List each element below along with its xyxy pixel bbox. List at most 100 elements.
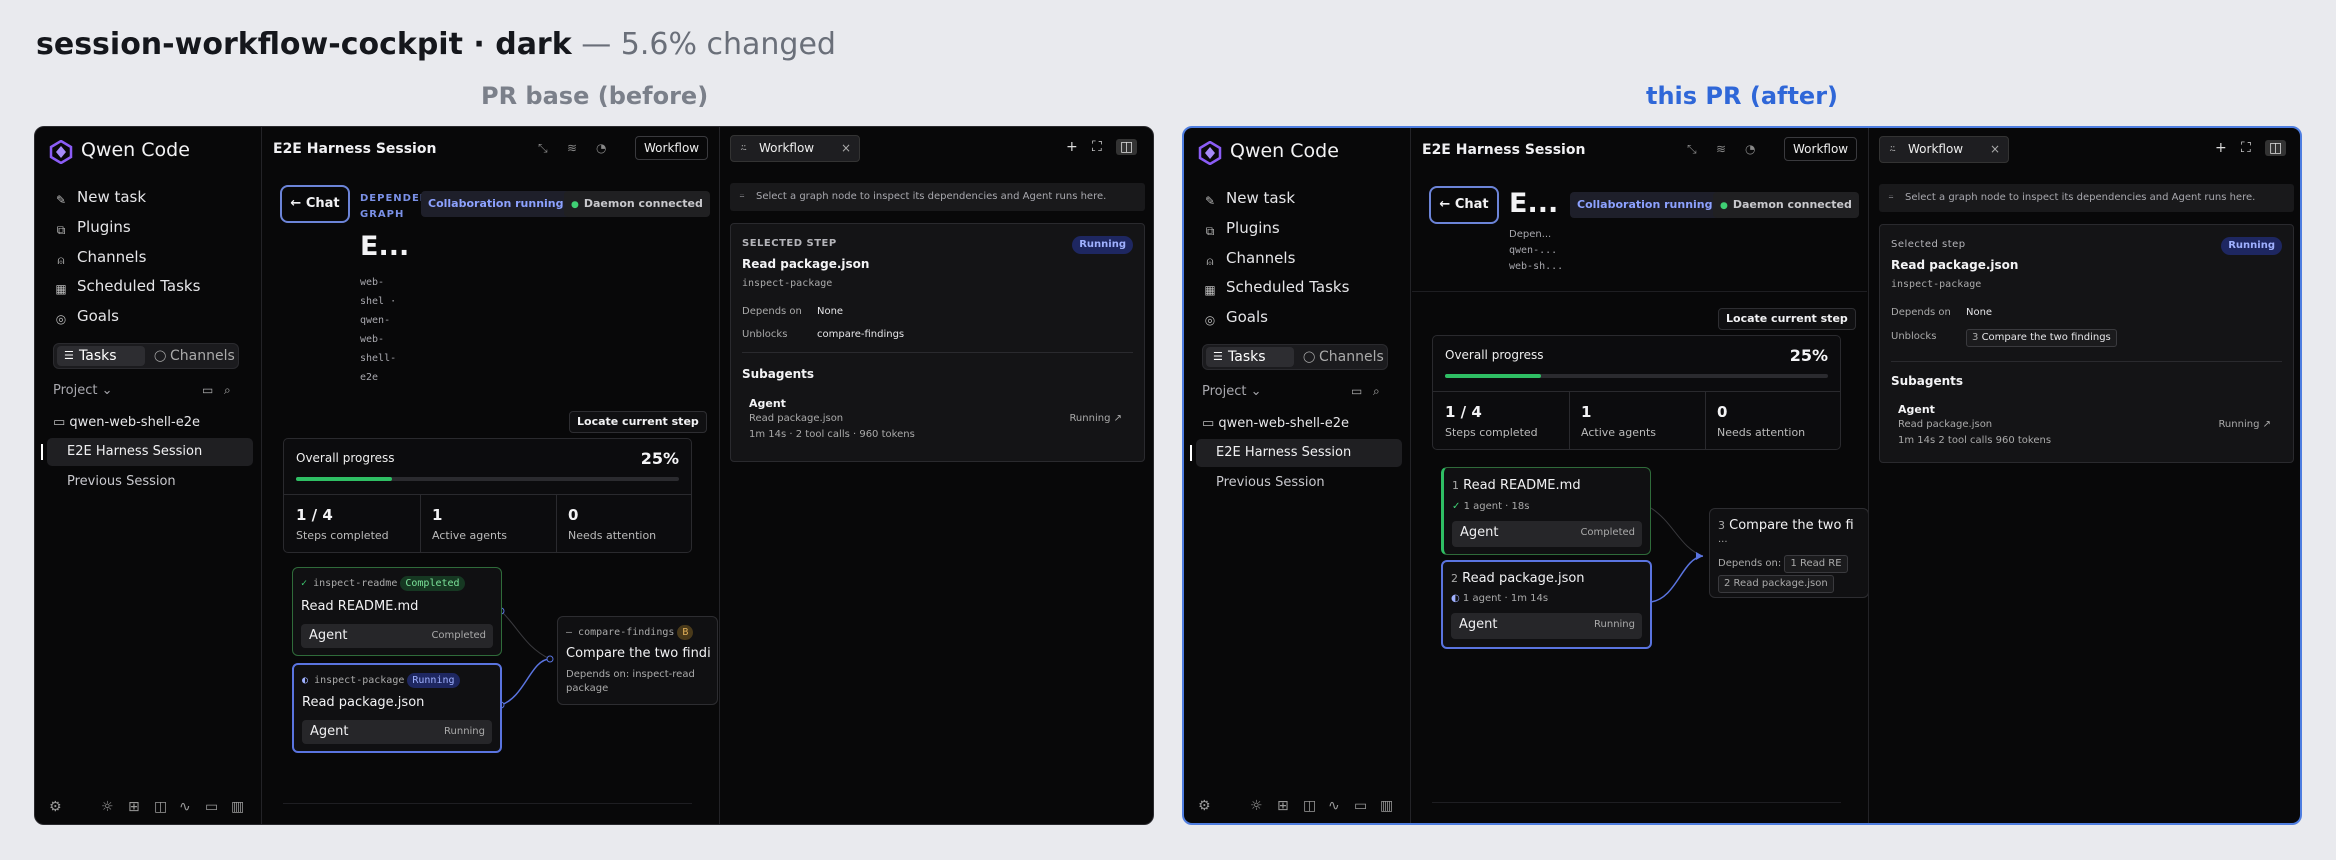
target-icon: ◎ — [55, 312, 67, 326]
app-name: Qwen Code — [81, 139, 190, 161]
sidebar-bottom-bar: ⚙ ☼ ⊞ ◫ ∿ ▭ ▥ — [1184, 789, 1411, 823]
graph-node-compare[interactable]: 3 Compare the two fi ... Depends on: 1 R… — [1709, 508, 1869, 598]
search-icon[interactable]: ⌕ — [224, 383, 231, 398]
project-dropdown[interactable]: Project ⌄ — [1202, 384, 1262, 399]
graph-node-readme[interactable]: 1 Read README.md ✓ 1 agent · 18s Agent Co… — [1441, 467, 1651, 555]
channels-tab[interactable]: ◯ Channels — [1297, 347, 1384, 367]
tab-workflow[interactable]: ⍨ Workflow × — [730, 135, 860, 162]
session-item[interactable]: Previous Session — [1196, 469, 1402, 497]
folder-icon: ▭ — [1202, 416, 1219, 431]
sidebar: Qwen Code ✎ New task ⧉ Plugins ⍝ Channels ▦… — [35, 127, 262, 824]
nav-plugins[interactable]: ⧉ Plugins — [53, 218, 131, 237]
session-item-active[interactable]: E2E Harness Session — [1190, 439, 1402, 467]
close-icon[interactable]: × — [1990, 137, 2000, 162]
channel-icon: ⍝ — [57, 253, 65, 267]
search-icon[interactable]: ⌕ — [1373, 384, 1380, 399]
page-title: session-workflow-cockpit · dark — 5.6% c… — [36, 27, 836, 62]
chat-bubble-icon: ◯ — [154, 349, 167, 362]
tab-workflow[interactable]: ⍨ Workflow × — [1879, 136, 2009, 163]
sun-icon[interactable]: ☼ — [1250, 798, 1263, 814]
workflow-icon: ⍨ — [1889, 142, 1897, 156]
nav-plugins[interactable]: ⧉ Plugins — [1202, 219, 1280, 238]
nav-goals[interactable]: ◎ Goals — [1202, 308, 1268, 327]
nav-channels[interactable]: ⍝ Channels — [1202, 249, 1295, 268]
task-icon: ✎ — [55, 193, 67, 207]
channels-tab[interactable]: ◯ Channels — [148, 346, 235, 366]
folder-icon[interactable]: ▭ — [205, 799, 218, 815]
inspector-hint: ⍨ Select a graph node to inspect its depe… — [730, 183, 1145, 211]
status-badge: Running — [1072, 236, 1133, 254]
panel-icon[interactable]: ◫ — [1116, 139, 1138, 155]
split-icon[interactable]: ◫ — [1303, 798, 1316, 814]
agent-run-link[interactable]: Running ↗ — [1069, 413, 1122, 424]
link-arrow-icon: ↗ — [1113, 413, 1122, 424]
tasks-tab[interactable]: ☰ Tasks — [1206, 347, 1294, 367]
nav-new-task[interactable]: ✎ New task — [1202, 189, 1295, 208]
status-badge: Running — [2221, 237, 2282, 255]
calendar-icon: ▦ — [1204, 283, 1216, 297]
nav-goals[interactable]: ◎ Goals — [53, 307, 119, 326]
sidebar-icon[interactable]: ▥ — [231, 799, 244, 815]
grid-icon[interactable]: ⊞ — [1277, 798, 1289, 814]
target-icon: ◎ — [1204, 313, 1216, 327]
plugin-icon: ⧉ — [1205, 224, 1215, 238]
gear-icon[interactable]: ⚙ — [1198, 798, 1211, 814]
workflow-inspector: ⍨ Workflow × + ⛶ ◫ ⍨ Select a graph node to… — [719, 127, 1153, 824]
grid-icon[interactable]: ⊞ — [128, 799, 140, 815]
panel-icon[interactable]: ◫ — [2265, 140, 2287, 156]
plugin-icon: ⧉ — [56, 223, 66, 237]
session-item[interactable]: Previous Session — [47, 468, 253, 496]
nav-scheduled-tasks[interactable]: ▦ Scheduled Tasks — [53, 277, 200, 296]
list-icon: ☰ — [64, 349, 74, 362]
view-toggle: ☰ Tasks ◯ Channels — [1202, 344, 1388, 370]
graph-icon: ⍨ — [739, 191, 745, 202]
folder-icon[interactable]: ▭ — [202, 383, 213, 397]
sun-icon[interactable]: ☼ — [101, 799, 114, 815]
graph-node-readme[interactable]: ✓ inspect-readme Completed Read README.md… — [292, 567, 502, 656]
expand-icon[interactable]: ⛶ — [1092, 139, 1102, 155]
graph-node-package[interactable]: 2 Read package.json ◐ 1 agent · 1m 14s A… — [1441, 560, 1652, 649]
list-icon: ☰ — [1213, 350, 1223, 363]
link-arrow-icon: ↗ — [2262, 419, 2271, 430]
activity-icon[interactable]: ∿ — [1328, 798, 1340, 814]
channel-icon: ⍝ — [1206, 254, 1214, 268]
session-item-active[interactable]: E2E Harness Session — [41, 438, 253, 466]
sidebar-icon[interactable]: ▥ — [1380, 798, 1393, 814]
unblocks-chip[interactable]: 3 Compare the two findings — [1966, 329, 2117, 347]
split-icon[interactable]: ◫ — [154, 799, 167, 815]
after-label: this PR (after) — [1646, 82, 1839, 110]
chat-bubble-icon: ◯ — [1303, 350, 1316, 363]
nav-new-task[interactable]: ✎ New task — [53, 188, 146, 207]
calendar-icon: ▦ — [55, 282, 67, 296]
graph-icon: ⍨ — [1888, 192, 1894, 203]
agent-run-link[interactable]: Running ↗ — [2218, 419, 2271, 430]
nav-channels[interactable]: ⍝ Channels — [53, 248, 146, 267]
graph-node-compare[interactable]: — compare-findings B Compare the two find… — [557, 616, 718, 705]
view-toggle: ☰ Tasks ◯ Channels — [53, 343, 239, 369]
sidebar-bottom-bar: ⚙ ☼ ⊞ ◫ ∿ ▭ ▥ — [35, 790, 262, 824]
logo-icon — [1198, 141, 1222, 165]
after-screenshot: Qwen Code ✎ New task ⧉ Plugins ⍝ Channels ▦… — [1182, 126, 2302, 825]
tasks-tab[interactable]: ☰ Tasks — [57, 346, 145, 366]
project-item[interactable]: ▭ qwen-web-shell-e2e — [1202, 416, 1349, 431]
before-screenshot: Qwen Code ✎ New task ⧉ Plugins ⍝ Channels ▦… — [34, 126, 1154, 825]
expand-icon[interactable]: ⛶ — [2241, 140, 2251, 156]
graph-node-package[interactable]: ◐ inspect-package Running Read package.js… — [292, 663, 502, 753]
plus-icon[interactable]: + — [1066, 139, 1078, 155]
activity-icon[interactable]: ∿ — [179, 799, 191, 815]
logo-icon — [49, 140, 73, 164]
inspector-hint: ⍨ Select a graph node to inspect its depe… — [1879, 184, 2294, 212]
project-dropdown[interactable]: Project ⌄ — [53, 383, 113, 398]
project-item[interactable]: ▭ qwen-web-shell-e2e — [53, 415, 200, 430]
close-icon[interactable]: × — [841, 136, 851, 161]
folder-icon: ▭ — [53, 415, 70, 430]
selected-step-card: Selected step Running Read package.json … — [1879, 224, 2294, 463]
session-main: E2E Harness Session ⤡ ≋ ◔ Workflow ← Cha… — [263, 127, 718, 824]
gear-icon[interactable]: ⚙ — [49, 799, 62, 815]
before-label: PR base (before) — [481, 82, 709, 110]
folder-icon[interactable]: ▭ — [1354, 798, 1367, 814]
folder-icon[interactable]: ▭ — [1351, 384, 1362, 398]
app-name: Qwen Code — [1230, 140, 1339, 162]
plus-icon[interactable]: + — [2215, 140, 2227, 156]
nav-scheduled-tasks[interactable]: ▦ Scheduled Tasks — [1202, 278, 1349, 297]
